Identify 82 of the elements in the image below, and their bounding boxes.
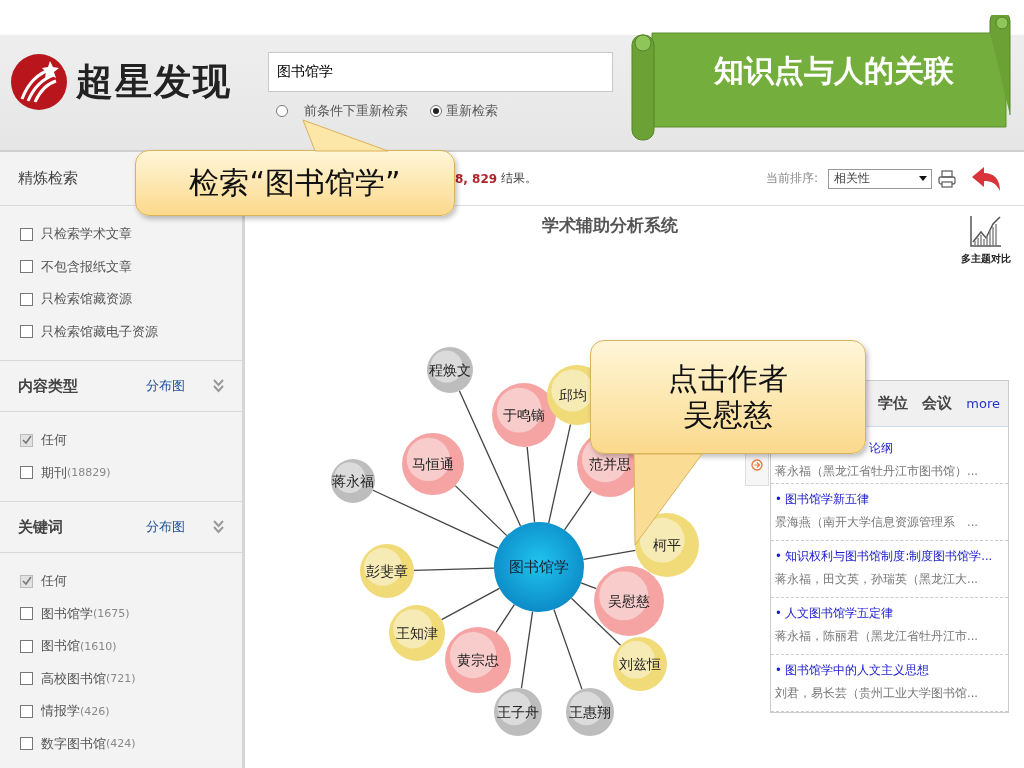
paper-title-link[interactable]: • 人文图书馆学五定律: [775, 606, 894, 621]
option-label: 高校图书馆: [41, 669, 106, 688]
author-node[interactable]: 刘兹恒: [613, 637, 667, 691]
result-suffix: 结果。: [501, 170, 538, 187]
option-label: 期刊: [41, 463, 67, 482]
checkbox[interactable]: [20, 672, 33, 686]
author-node[interactable]: 王知津: [389, 605, 445, 661]
checkbox[interactable]: [20, 574, 33, 588]
chart-link[interactable]: 分布图: [146, 377, 185, 395]
chevron-icon[interactable]: [213, 520, 224, 534]
radio-option[interactable]: 前条件下重新检索: [276, 102, 408, 120]
paper-title-link[interactable]: • 图书馆学新五律: [775, 492, 870, 507]
panel-tab[interactable]: 会议: [922, 394, 953, 413]
panel-title: 精炼检索: [18, 169, 78, 188]
option-label: 图书馆: [41, 637, 80, 656]
checkbox[interactable]: [20, 737, 33, 751]
section-title: 关键词: [18, 517, 63, 537]
item-count: (1675): [93, 607, 130, 621]
checkbox[interactable]: [20, 639, 33, 653]
back-arrow-icon[interactable]: [970, 164, 1002, 193]
author-node[interactable]: 吴慰慈: [594, 566, 664, 636]
option-label: 不包含报纸文章: [41, 257, 132, 276]
option-label: 图书馆学: [41, 604, 93, 623]
trend-chart-icon[interactable]: [969, 214, 1003, 248]
logo-text: 超星发现: [76, 59, 232, 105]
author-node[interactable]: 马恒通: [402, 433, 464, 495]
sort-label: 当前排序:: [765, 170, 818, 187]
option-label: 任何: [41, 431, 67, 450]
arrow-circle-icon[interactable]: [751, 459, 763, 471]
paper-title-link[interactable]: • 知识权利与图书馆制度:制度图书馆学...: [775, 549, 993, 564]
paper-authors: 蒋永福（黑龙江省牡丹江市图书馆）...: [775, 464, 978, 479]
compare-label[interactable]: 多主题对比: [961, 252, 1011, 266]
checkbox[interactable]: [20, 325, 33, 339]
logo-icon: [10, 53, 68, 111]
panel-tab[interactable]: 学位: [878, 394, 909, 413]
checkbox[interactable]: [20, 607, 33, 621]
option-label: 数字图书馆: [41, 734, 106, 753]
checkbox[interactable]: [20, 466, 33, 480]
section-title: 内容类型: [18, 376, 78, 396]
item-count: (426): [80, 704, 110, 718]
item-count: (1610): [80, 639, 117, 653]
checkbox[interactable]: [20, 260, 33, 274]
search-field[interactable]: 图书馆学: [268, 52, 613, 92]
author-node[interactable]: 王惠翔: [566, 688, 614, 736]
connector-line: [582, 549, 637, 561]
radio-option[interactable]: 重新检索: [430, 102, 498, 120]
author-node[interactable]: 于鸣镝: [492, 383, 556, 447]
paper-authors: 景海燕（南开大学信息资源管理系 ...: [775, 515, 978, 530]
connector-line: [580, 582, 597, 590]
checkbox[interactable]: [20, 704, 33, 718]
more-link[interactable]: more: [966, 396, 1000, 411]
author-node[interactable]: 王子舟: [494, 688, 542, 736]
option-label: 只检索学术文章: [41, 225, 132, 244]
checkbox[interactable]: [20, 292, 33, 306]
topic-node[interactable]: 图书馆学: [494, 522, 584, 612]
checkbox[interactable]: [20, 433, 33, 447]
result-count: 8, 829: [455, 171, 498, 186]
chevron-icon[interactable]: [213, 379, 224, 393]
author-node[interactable]: 蒋永福: [331, 459, 375, 503]
sort-dropdown[interactable]: 相关性: [828, 168, 932, 189]
option-label: 情报学: [41, 702, 80, 721]
chart-link[interactable]: 分布图: [146, 518, 185, 536]
paper-title-link[interactable]: 论纲: [869, 441, 893, 456]
item-count: (18829): [67, 466, 111, 480]
callout: 检索“图书馆学”: [135, 150, 455, 216]
paper-title-link[interactable]: • 图书馆学中的人文主义思想: [775, 663, 930, 678]
item-count: (424): [106, 737, 136, 751]
checkbox[interactable]: [20, 227, 33, 241]
paper-authors: 蒋永福，陈丽君（黑龙江省牡丹江市...: [775, 629, 978, 644]
option-label: 只检索馆藏资源: [41, 290, 132, 309]
caret-icon[interactable]: [919, 176, 927, 181]
author-node[interactable]: 黄宗忠: [445, 627, 511, 693]
callout: 点击作者吴慰慈: [590, 340, 866, 454]
analysis-title: 学术辅助分析系统: [542, 214, 678, 237]
print-icon[interactable]: [938, 169, 956, 188]
item-count: (721): [106, 672, 136, 686]
paper-authors: 刘君，易长芸（贵州工业大学图书馆...: [775, 686, 978, 701]
option-label: 任何: [41, 572, 67, 591]
author-node[interactable]: 彭斐章: [360, 544, 414, 598]
author-node[interactable]: 程焕文: [427, 347, 473, 393]
option-label: 只检索馆藏电子资源: [41, 322, 158, 341]
paper-authors: 蒋永福，田文英，孙瑞英（黑龙江大...: [775, 572, 978, 587]
